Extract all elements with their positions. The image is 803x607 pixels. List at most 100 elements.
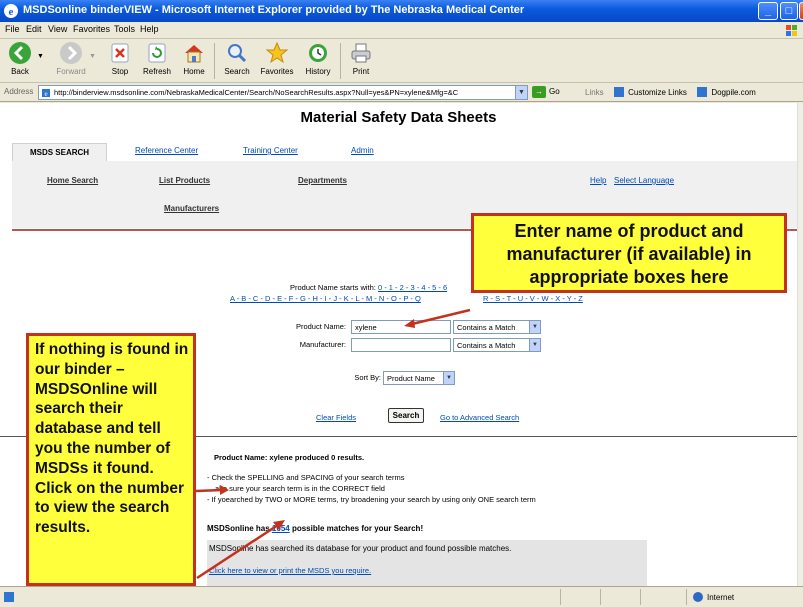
go-arrow-icon: → — [532, 86, 546, 98]
home-icon — [185, 45, 203, 63]
product-name-label: Product Name: — [295, 322, 346, 331]
link-dogpile[interactable]: Dogpile.com — [711, 88, 755, 97]
go-button[interactable]: → Go — [532, 86, 560, 98]
tab-admin[interactable]: Admin — [351, 146, 374, 155]
history-icon — [309, 44, 327, 62]
digit-links[interactable]: 0 - 1 - 2 - 3 - 4 - 5 - 6 — [378, 283, 447, 292]
link-page-icon — [697, 87, 708, 97]
links-bar: Links Customize Links Dogpile.com — [585, 87, 756, 97]
restore-button[interactable]: □ — [780, 2, 798, 20]
refresh-button[interactable]: Refresh — [140, 41, 174, 76]
menu-bar: File Edit View Favorites Tools Help — [0, 22, 803, 39]
nav-select-language[interactable]: Select Language — [614, 176, 674, 185]
tab-strip: MSDS SEARCH Reference Center Training Ce… — [12, 143, 797, 161]
address-url: http://binderview.msdsonline.com/Nebrask… — [54, 88, 459, 97]
refresh-icon — [148, 43, 166, 63]
tab-reference-center[interactable]: Reference Center — [135, 146, 198, 155]
produced-line: Product Name: xylene produced 0 results. — [214, 453, 365, 462]
manufacturer-match-select[interactable]: Contains a Match ▼ — [453, 338, 541, 352]
forward-arrow-icon — [60, 42, 82, 64]
home-button[interactable]: Home — [180, 41, 208, 76]
window-title: MSDSonline binderVIEW - Microsoft Intern… — [23, 4, 525, 16]
status-page-icon — [4, 592, 14, 602]
tab-training-center[interactable]: Training Center — [243, 146, 298, 155]
printer-icon — [351, 43, 371, 63]
sort-by-label: Sort By: — [354, 373, 381, 382]
menu-tools[interactable]: Tools — [114, 24, 135, 34]
letter-links-end[interactable]: R - S - T - U - V - W - X - Y - Z — [483, 294, 583, 303]
title-bar: e MSDSonline binderVIEW - Microsoft Inte… — [0, 0, 803, 22]
search-icon — [228, 44, 247, 63]
product-match-select[interactable]: Contains a Match ▼ — [453, 320, 541, 334]
menu-file[interactable]: File — [5, 24, 20, 34]
back-dropdown-icon[interactable]: ▼ — [37, 53, 44, 60]
starts-with-label: Product Name starts with: — [290, 283, 376, 292]
manufacturer-input[interactable] — [351, 338, 451, 352]
menu-view[interactable]: View — [48, 24, 67, 34]
svg-text:e: e — [44, 90, 47, 98]
close-button[interactable] — [799, 2, 803, 20]
searched-text: MSDSonline has searched its database for… — [209, 544, 512, 553]
clear-fields-link[interactable]: Clear Fields — [316, 413, 356, 422]
status-bar: Internet — [0, 586, 803, 607]
tip-broaden: - If yoearched by TWO or MORE terms, try… — [207, 495, 536, 504]
address-dropdown-icon[interactable]: ▼ — [515, 86, 527, 99]
globe-icon — [693, 592, 703, 602]
sort-by-select[interactable]: Product Name ▼ — [383, 371, 455, 385]
svg-text:e: e — [9, 6, 14, 18]
toolbar-separator — [340, 43, 341, 79]
nav-manufacturers[interactable]: Manufacturers — [164, 204, 219, 213]
status-divider — [600, 589, 601, 605]
menu-help[interactable]: Help — [140, 24, 159, 34]
link-customize[interactable]: Customize Links — [628, 88, 687, 97]
chevron-down-icon: ▼ — [443, 372, 454, 384]
favorites-button[interactable]: Favorites — [258, 41, 296, 76]
starts-with-row: Product Name starts with: 0 - 1 - 2 - 3 … — [290, 283, 447, 292]
ie-logo-icon: e — [4, 4, 18, 18]
view-print-msds-link[interactable]: Click here to view or print the MSDS you… — [209, 566, 371, 575]
menu-favorites[interactable]: Favorites — [73, 24, 110, 34]
nav-home-search[interactable]: Home Search — [47, 176, 98, 185]
tip-field: ake sure your search term is in the CORR… — [215, 484, 385, 493]
matches-line: MSDSonline has 1654 possible matches for… — [207, 524, 424, 533]
toolbar-separator — [214, 43, 215, 79]
menu-edit[interactable]: Edit — [26, 24, 42, 34]
page-icon: e — [42, 89, 50, 98]
status-divider — [686, 589, 687, 605]
nav-departments[interactable]: Departments — [298, 176, 347, 185]
forward-button[interactable]: Forward — [55, 41, 87, 76]
advanced-search-link[interactable]: Go to Advanced Search — [440, 413, 519, 422]
history-button[interactable]: History — [302, 41, 334, 76]
results-box: MSDSonline has searched its database for… — [207, 540, 647, 586]
print-button[interactable]: Print — [348, 41, 374, 76]
link-page-icon — [613, 87, 624, 97]
search-submit-button[interactable]: Search — [388, 408, 424, 423]
favorites-star-icon — [265, 41, 289, 64]
tip-spelling: - Check the SPELLING and SPACING of your… — [207, 473, 405, 482]
callout-nothing-found: If nothing is found in our binder – MSDS… — [26, 333, 196, 586]
page-title: Material Safety Data Sheets — [300, 109, 497, 126]
product-name-input[interactable]: xylene — [351, 320, 451, 334]
address-label: Address — [4, 87, 34, 96]
status-divider — [640, 589, 641, 605]
chevron-down-icon: ▼ — [529, 321, 540, 333]
links-label: Links — [585, 88, 604, 97]
address-input[interactable]: e http://binderview.msdsonline.com/Nebra… — [38, 85, 528, 100]
internet-zone: Internet — [693, 592, 734, 602]
tab-msds-search[interactable]: MSDS SEARCH — [12, 143, 107, 161]
back-button[interactable]: Back — [6, 41, 34, 76]
address-bar: Address e http://binderview.msdsonline.c… — [0, 83, 803, 102]
toolbar: Back ▼ Forward ▼ Stop Refresh Home Searc… — [0, 39, 803, 83]
manufacturer-label: Manufacturer: — [299, 340, 346, 349]
stop-button[interactable]: Stop — [106, 41, 134, 76]
forward-dropdown-icon[interactable]: ▼ — [89, 53, 96, 60]
browser-window: e MSDSonline binderVIEW - Microsoft Inte… — [0, 0, 803, 607]
nav-help[interactable]: Help — [590, 176, 606, 185]
search-button[interactable]: Search — [222, 41, 252, 76]
matches-count-link[interactable]: 1654 — [272, 524, 290, 533]
stop-icon — [111, 43, 129, 63]
nav-list-products[interactable]: List Products — [159, 176, 210, 185]
minimize-button[interactable]: _ — [758, 2, 778, 20]
vertical-scrollbar[interactable] — [797, 103, 803, 586]
letter-links[interactable]: A - B - C - D - E - F - G - H - I - J - … — [230, 294, 421, 303]
